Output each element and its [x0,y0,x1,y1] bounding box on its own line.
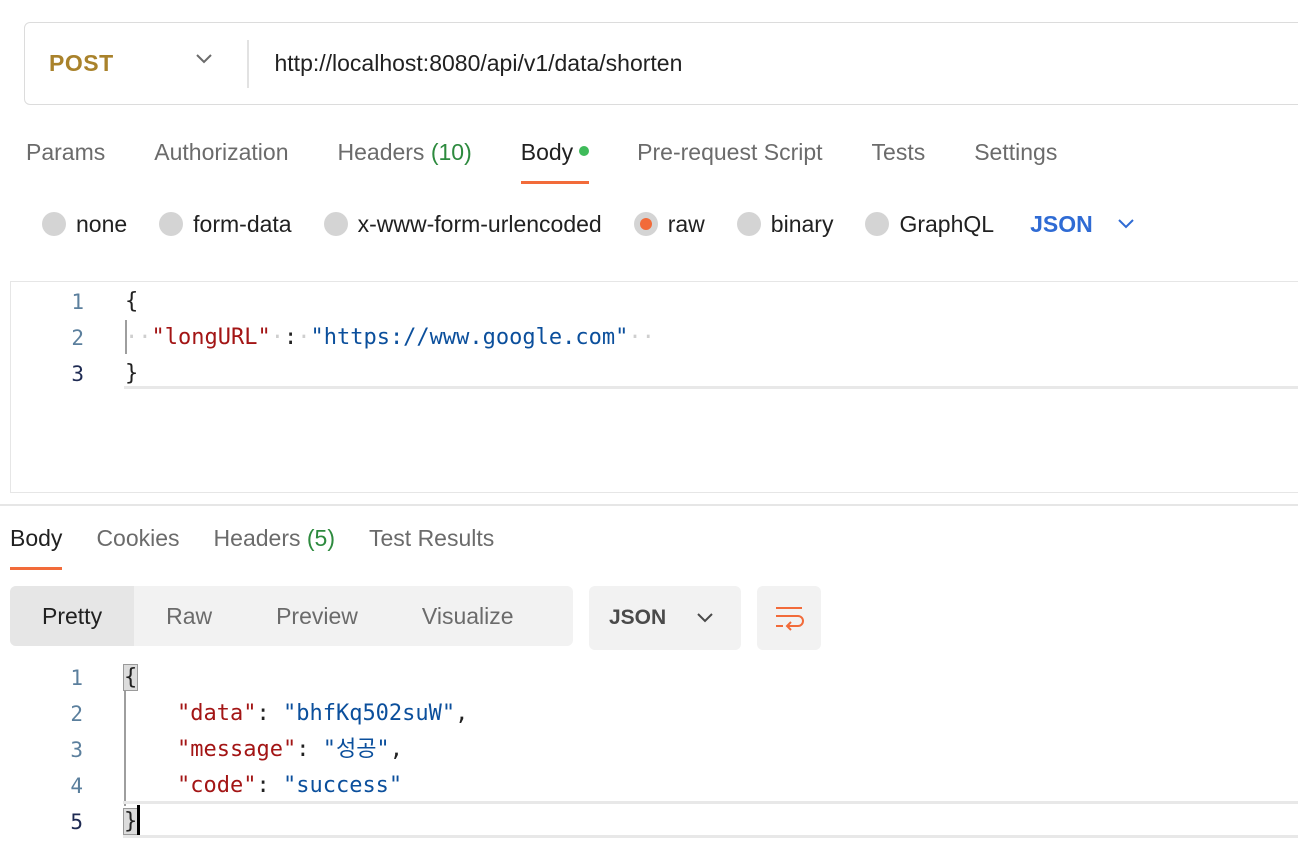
response-body-viewer[interactable]: 1 2 3 4 5 { "data": "bhfKq502suW", "mess… [10,660,1298,850]
radio-x-www-form-urlencoded[interactable]: x-www-form-urlencoded [323,211,602,238]
view-raw[interactable]: Raw [134,586,244,646]
tab-body[interactable]: Body [520,132,590,186]
json-key: "longURL" [151,325,271,350]
radio-circle-icon [736,212,761,236]
json-string: "성공" [322,737,390,762]
radio-graphql[interactable]: GraphQL [865,211,994,238]
tab-cookies[interactable]: Cookies [96,518,179,572]
radio-circle-icon [865,212,890,236]
json-string: "success" [282,773,403,798]
json-key: "data" [176,701,257,726]
line-number: 1 [70,666,83,690]
code-line: { [122,660,139,696]
tab-authorization[interactable]: Authorization [154,132,288,186]
line-number: 2 [70,702,83,726]
radio-circle-icon [159,212,184,236]
text-caret [137,805,141,835]
radio-selected-icon [633,212,658,236]
json-key: "message" [176,737,297,762]
code-line: { [125,289,139,314]
wrap-lines-button[interactable] [757,586,821,650]
matched-bracket: { [122,664,139,691]
response-headers-count: (5) [306,525,335,551]
line-number: 3 [71,362,84,386]
json-string: "bhfKq502suW" [282,701,456,726]
tab-test-results[interactable]: Test Results [369,518,494,572]
code-line: "code": "success" [176,773,403,798]
request-url-bar: POST http://localhost:8080/api/v1/data/s… [24,22,1298,105]
json-string: "https://www.google.com" [310,325,629,350]
radio-raw[interactable]: raw [633,211,705,238]
tab-response-headers[interactable]: Headers (5) [214,518,335,572]
response-tabs: Body Cookies Headers (5) Test Results [10,518,528,572]
body-modified-dot-icon [579,145,590,156]
code-line: "data": "bhfKq502suW", [176,701,469,726]
chevron-down-icon [196,54,212,64]
body-type-options: none form-data x-www-form-urlencoded raw… [42,206,1135,242]
request-tabs: Params Authorization Headers (10) Body P… [26,132,1106,186]
body-language-select[interactable]: JSON [1030,211,1135,238]
code-line: "message": "성공", [176,737,403,762]
radio-none[interactable]: none [42,211,127,238]
view-pretty[interactable]: Pretty [10,586,135,646]
json-key: "code" [176,773,257,798]
pane-divider[interactable] [0,504,1298,506]
headers-count: (10) [430,139,472,165]
tab-response-body[interactable]: Body [10,518,63,572]
request-body-editor[interactable]: 1 2 3 { ··"longURL"·:·"https://www.googl… [10,281,1298,493]
view-visualize[interactable]: Visualize [390,586,546,646]
radio-binary[interactable]: binary [736,211,833,238]
tab-params[interactable]: Params [26,132,105,186]
line-number: 1 [71,290,84,314]
radio-circle-icon [42,212,66,236]
radio-form-data[interactable]: form-data [159,211,292,238]
line-number: 4 [70,774,83,798]
line-number: 2 [71,326,84,350]
chevron-down-icon [1117,219,1134,229]
current-line-highlight [124,386,1298,389]
method-select[interactable]: POST [25,23,247,104]
view-mode-segmented-control: Pretty Raw Preview Visualize [10,586,573,646]
view-preview[interactable]: Preview [244,586,390,646]
matched-bracket: } [122,808,139,835]
response-format-select[interactable]: JSON [589,586,741,650]
current-line-highlight [123,835,1298,838]
current-line-highlight [123,801,1298,804]
radio-circle-icon [323,212,348,236]
line-number: 5 [70,810,83,834]
wrap-lines-icon [776,607,804,631]
url-input[interactable]: http://localhost:8080/api/v1/data/shorte… [249,50,683,77]
method-label: POST [49,50,114,76]
tab-headers[interactable]: Headers (10) [338,132,472,186]
chevron-down-icon [697,613,713,623]
tab-settings[interactable]: Settings [974,132,1057,186]
tab-pre-request-script[interactable]: Pre-request Script [637,132,822,186]
line-number: 3 [70,738,83,762]
code-line: ··"longURL"·:·"https://www.google.com"·· [125,325,655,350]
tab-tests[interactable]: Tests [872,132,926,186]
